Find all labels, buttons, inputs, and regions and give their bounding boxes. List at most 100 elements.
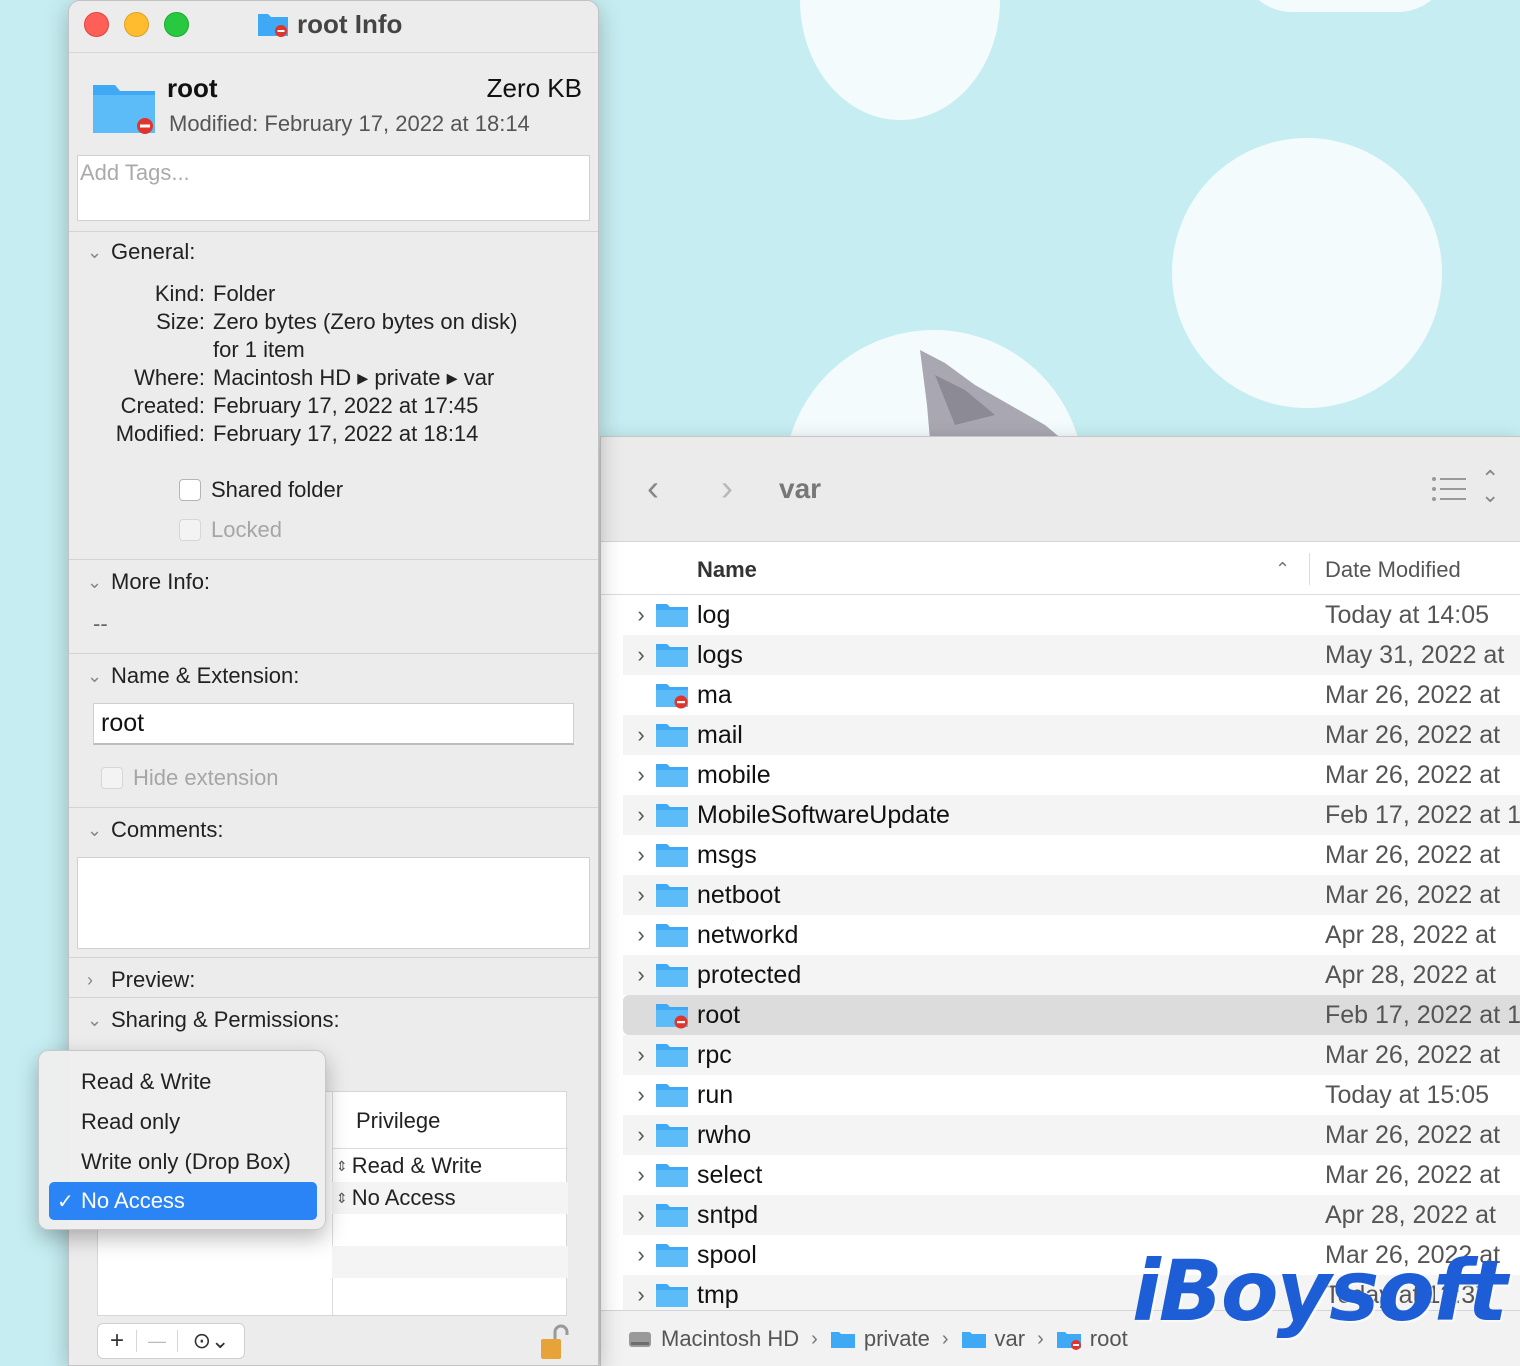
- file-name: logs: [697, 640, 743, 669]
- file-name: rpc: [697, 1040, 732, 1069]
- file-row[interactable]: › sntpd Apr 28, 2022 at: [623, 1195, 1520, 1235]
- title-bar: root Info: [69, 1, 598, 53]
- file-row[interactable]: › networkd Apr 28, 2022 at: [623, 915, 1520, 955]
- privilege-menu: Read & Write Read only Write only (Drop …: [38, 1050, 326, 1230]
- privilege-row[interactable]: ⇕ No Access: [332, 1182, 568, 1214]
- file-row[interactable]: › MobileSoftwareUpdate Feb 17, 2022 at 1: [623, 795, 1520, 835]
- back-chevron-icon[interactable]: ‹: [647, 467, 659, 509]
- disclosure-chevron-icon[interactable]: ›: [627, 1162, 655, 1188]
- general-section-header[interactable]: ⌄ General:: [87, 239, 195, 265]
- date-modified-column-header[interactable]: Date Modified: [1325, 557, 1461, 583]
- file-name: run: [697, 1080, 734, 1109]
- empty-row: [332, 1246, 568, 1278]
- disclosure-chevron-icon[interactable]: ›: [627, 842, 655, 868]
- folder-icon: [656, 1044, 688, 1067]
- chevron-down-icon[interactable]: ⌄: [87, 242, 102, 263]
- file-row[interactable]: › mail Mar 26, 2022 at: [623, 715, 1520, 755]
- file-row[interactable]: › select Mar 26, 2022 at: [623, 1155, 1520, 1195]
- menu-item-write-only[interactable]: Write only (Drop Box): [49, 1143, 317, 1181]
- file-row[interactable]: ma Mar 26, 2022 at: [623, 675, 1520, 715]
- remove-user-button[interactable]: —: [137, 1331, 177, 1352]
- disclosure-chevron-icon[interactable]: ›: [627, 922, 655, 948]
- menu-item-label: No Access: [81, 1188, 185, 1213]
- menu-item-read-write[interactable]: Read & Write: [49, 1063, 317, 1101]
- disclosure-chevron-icon[interactable]: ›: [627, 762, 655, 788]
- file-date-modified: Mar 26, 2022 at: [1325, 680, 1501, 709]
- column-divider[interactable]: [1309, 553, 1310, 585]
- chevron-down-icon[interactable]: ⌄: [87, 666, 102, 687]
- forward-chevron-icon[interactable]: ›: [721, 467, 733, 509]
- unlocked-padlock-icon[interactable]: [539, 1323, 569, 1361]
- file-name: select: [697, 1160, 763, 1189]
- preview-section-header[interactable]: › Preview:: [87, 967, 195, 993]
- menu-item-read-only[interactable]: Read only: [49, 1103, 317, 1141]
- view-options-stepper-icon[interactable]: ⌃ ⌄: [1481, 468, 1499, 506]
- name-field[interactable]: root: [93, 703, 574, 745]
- shared-folder-label: Shared folder: [211, 477, 344, 502]
- comments-field[interactable]: [77, 857, 590, 949]
- disclosure-chevron-icon[interactable]: ›: [627, 1242, 655, 1268]
- sharing-permissions-section-header[interactable]: ⌄ Sharing & Permissions:: [87, 1007, 340, 1033]
- privilege-value[interactable]: No Access: [352, 1185, 456, 1211]
- file-row[interactable]: › run Today at 15:05: [623, 1075, 1520, 1115]
- file-row[interactable]: › mobile Mar 26, 2022 at: [623, 755, 1520, 795]
- field-value: Zero bytes (Zero bytes on disk): [213, 309, 518, 334]
- section-title: General:: [111, 239, 196, 264]
- action-menu-button[interactable]: ⊙⌄: [178, 1328, 244, 1354]
- name-column-header[interactable]: Name: [697, 557, 757, 583]
- chevron-down-icon[interactable]: ⌄: [87, 1010, 102, 1031]
- path-item-var[interactable]: var: [995, 1326, 1026, 1352]
- section-title: Sharing & Permissions:: [111, 1007, 340, 1032]
- disclosure-chevron-icon[interactable]: ›: [627, 882, 655, 908]
- disclosure-chevron-icon[interactable]: ›: [627, 1282, 655, 1308]
- more-info-section-header[interactable]: ⌄ More Info:: [87, 569, 210, 595]
- disclosure-chevron-icon[interactable]: ›: [627, 962, 655, 988]
- file-date-modified: Mar 26, 2022 at: [1325, 840, 1501, 869]
- tags-input[interactable]: [78, 156, 589, 190]
- privilege-value[interactable]: Read & Write: [352, 1153, 482, 1179]
- add-user-button[interactable]: +: [98, 1327, 136, 1355]
- disclosure-chevron-icon[interactable]: ›: [627, 802, 655, 828]
- path-item-private[interactable]: private: [864, 1326, 930, 1352]
- disclosure-chevron-icon[interactable]: ›: [627, 602, 655, 628]
- file-row[interactable]: › rwho Mar 26, 2022 at: [623, 1115, 1520, 1155]
- field-value: February 17, 2022 at 17:45: [213, 393, 479, 418]
- file-row[interactable]: root Feb 17, 2022 at 1: [623, 995, 1520, 1035]
- name-extension-section-header[interactable]: ⌄ Name & Extension:: [87, 663, 299, 689]
- tags-box[interactable]: [77, 155, 590, 221]
- comments-section-header[interactable]: ⌄ Comments:: [87, 817, 223, 843]
- path-item-macintosh-hd[interactable]: Macintosh HD: [661, 1326, 799, 1352]
- restricted-folder-icon: [258, 14, 288, 37]
- file-row[interactable]: › netboot Mar 26, 2022 at: [623, 875, 1520, 915]
- divider: [69, 231, 598, 232]
- path-item-root[interactable]: root: [1090, 1326, 1128, 1352]
- file-row[interactable]: › log Today at 14:05: [623, 595, 1520, 635]
- disclosure-chevron-icon[interactable]: ›: [627, 722, 655, 748]
- folder-icon: [656, 804, 688, 827]
- menu-item-no-access[interactable]: ✓ No Access: [49, 1182, 317, 1220]
- shared-folder-checkbox-row[interactable]: Shared folder: [179, 477, 343, 503]
- disclosure-chevron-icon[interactable]: ›: [627, 1042, 655, 1068]
- disclosure-chevron-icon[interactable]: ›: [627, 642, 655, 668]
- minimize-button[interactable]: [124, 12, 149, 37]
- file-row[interactable]: › protected Apr 28, 2022 at: [623, 955, 1520, 995]
- disclosure-chevron-icon[interactable]: ›: [627, 1202, 655, 1228]
- file-row[interactable]: › msgs Mar 26, 2022 at: [623, 835, 1520, 875]
- privilege-column-header[interactable]: Privilege: [356, 1108, 440, 1134]
- list-view-icon[interactable]: [1431, 475, 1467, 503]
- file-name: netboot: [697, 880, 781, 909]
- file-row[interactable]: › logs May 31, 2022 at: [623, 635, 1520, 675]
- divider: [69, 807, 598, 808]
- sort-ascending-icon[interactable]: ⌃: [1275, 559, 1290, 580]
- file-row[interactable]: › rpc Mar 26, 2022 at: [623, 1035, 1520, 1075]
- disclosure-chevron-icon[interactable]: ›: [627, 1082, 655, 1108]
- chevron-down-icon[interactable]: ⌄: [87, 820, 102, 841]
- close-button[interactable]: [84, 12, 109, 37]
- privilege-row[interactable]: ⇕ Read & Write: [332, 1150, 568, 1182]
- chevron-right-icon[interactable]: ›: [87, 970, 101, 991]
- shared-folder-checkbox[interactable]: [179, 479, 201, 501]
- disclosure-chevron-icon[interactable]: ›: [627, 1122, 655, 1148]
- maximize-button[interactable]: [164, 12, 189, 37]
- wallpaper-dot: [1240, 0, 1450, 12]
- chevron-down-icon[interactable]: ⌄: [87, 572, 102, 593]
